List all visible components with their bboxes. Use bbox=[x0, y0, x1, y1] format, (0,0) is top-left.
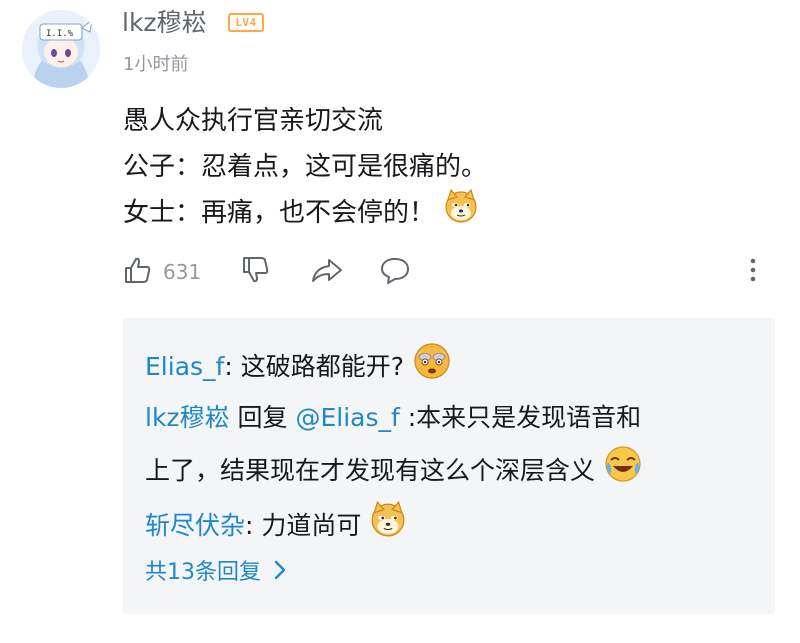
view-more-replies-link[interactable]: 共13条回复 bbox=[145, 554, 287, 586]
comment-line: 愚人众执行官亲切交流 bbox=[123, 106, 384, 136]
comment-username[interactable]: lkz穆崧 bbox=[122, 6, 207, 40]
svg-text:I.I.%: I.I.% bbox=[46, 29, 74, 39]
reply-target-mention[interactable]: @Elias_f bbox=[295, 396, 399, 440]
avatar[interactable]: I.I.% bbox=[22, 10, 100, 88]
comment-actions: 631 bbox=[123, 252, 783, 292]
reply-item: Elias_f: 这破路都能开? bbox=[145, 340, 452, 394]
reply-username[interactable]: 斩尽伏杂 bbox=[145, 504, 245, 548]
comment-line: 公子：忍着点，这可是很痛的。 bbox=[123, 152, 488, 182]
reply-text: 力道尚可 bbox=[261, 511, 362, 540]
like-count: 631 bbox=[163, 260, 202, 284]
comment-content: 愚人众执行官亲切交流 公子：忍着点，这可是很痛的。 女士：再痛，也不会停的！ bbox=[123, 98, 487, 236]
reply-item: 斩尽伏杂: 力道尚可 bbox=[145, 500, 407, 552]
chevron-right-icon bbox=[273, 559, 287, 581]
reply-button[interactable] bbox=[379, 252, 411, 292]
reply-username[interactable]: Elias_f bbox=[145, 345, 224, 389]
more-vertical-icon bbox=[745, 255, 761, 289]
avatar-image: I.I.% bbox=[22, 10, 100, 88]
old-face-emoji bbox=[412, 340, 452, 394]
replies-box: Elias_f: 这破路都能开? lkz穆崧 回复 @Elias_f : 本来只是… bbox=[123, 318, 775, 614]
thumbs-up-icon bbox=[123, 255, 153, 289]
reply-item: lkz穆崧 回复 @Elias_f : 本来只是发现语音和 bbox=[145, 396, 641, 440]
comment-bubble-icon bbox=[379, 255, 411, 289]
like-button[interactable]: 631 bbox=[123, 252, 201, 292]
share-button[interactable] bbox=[310, 252, 344, 292]
comment-line: 女士：再痛，也不会停的！ bbox=[123, 188, 487, 239]
reply-username[interactable]: lkz穆崧 bbox=[145, 396, 230, 440]
share-icon bbox=[310, 255, 344, 289]
doge-emoji bbox=[369, 500, 407, 552]
doge-emoji bbox=[443, 188, 479, 239]
laugh-cry-emoji bbox=[603, 444, 643, 498]
thumbs-down-icon bbox=[241, 255, 271, 289]
level-badge: LV4 bbox=[228, 13, 264, 32]
reply-text: 本来只是发现语音和 bbox=[416, 403, 642, 432]
comment-time: 1小时前 bbox=[123, 54, 189, 75]
reply-text: 这破路都能开? bbox=[240, 352, 404, 381]
reply-text-continued: 上了，结果现在才发现有这么个深层含义 bbox=[145, 444, 643, 498]
dislike-button[interactable] bbox=[241, 252, 271, 292]
more-options-button[interactable] bbox=[745, 252, 761, 292]
